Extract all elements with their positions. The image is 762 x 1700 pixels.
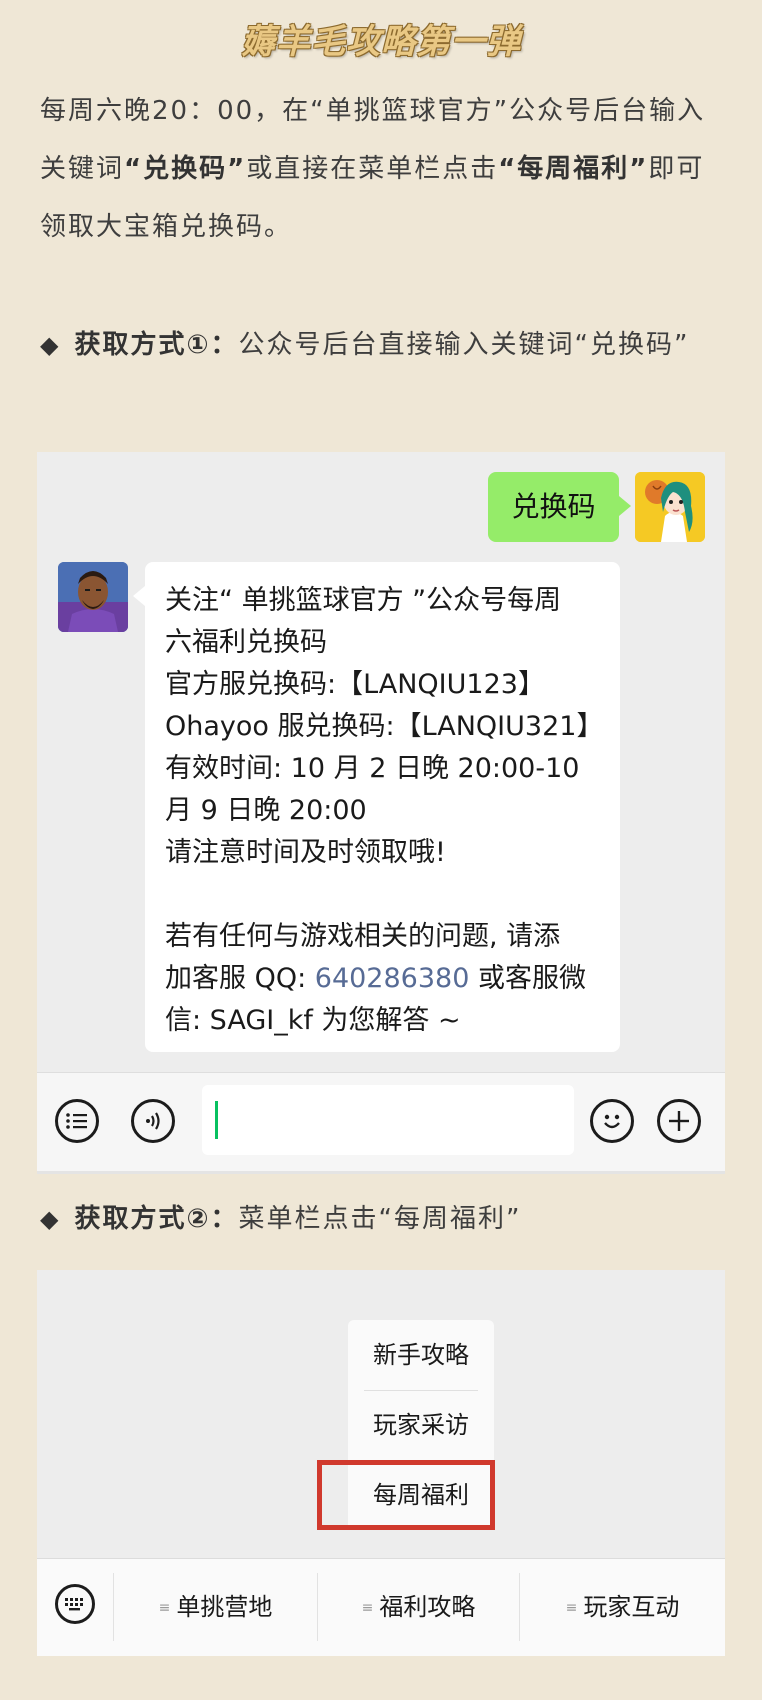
support-line: 若有任何与游戏相关的问题, 请添 [165,921,561,952]
submenu-lines-icon: ≡ [361,1600,374,1616]
method-2-label: 获取方式②： [74,1204,239,1234]
voice-button[interactable] [131,1099,175,1143]
support-line-qq: 加客服 QQ: 640286380 或客服微 [165,958,600,1000]
chat-screenshot: 兑换码 关注“ 单挑篮球官方 ”公众号每周 六福利兑换码 官方服兑换码:【LAN… [37,452,725,1174]
valid-time-line-2: 月 9 日晚 20:00 [165,795,367,826]
support-qq-suffix: 或客服微 [469,963,586,994]
submenu-lines-icon: ≡ [565,1600,578,1616]
intro-text-2: 或直接在菜单栏点击 [246,154,499,184]
user-avatar [635,472,705,542]
reminder-line: 请注意时间及时领取哦! [165,837,446,868]
submenu-lines-icon: ≡ [158,1600,171,1616]
menu-screenshot: 新手攻略 玩家采访 每周福利 ≡ 单挑营地 ≡ 福利攻略 ≡ 玩家互动 [37,1270,725,1656]
method-1-text: 公众号后台直接输入关键词“兑换码” [238,330,690,360]
bottom-menu-bar: ≡ 单挑营地 ≡ 福利攻略 ≡ 玩家互动 [37,1558,725,1656]
menu-tab-label: 玩家互动 [583,1593,680,1621]
keyboard-button[interactable] [55,1584,95,1624]
valid-time-line: 有效时间: 10 月 2 日晚 20:00-10 [165,753,580,784]
more-button[interactable] [657,1099,701,1143]
girl-avatar-icon [635,472,705,542]
menu-tab-benefits[interactable]: ≡ 福利攻略 [318,1559,519,1657]
reply-message-bubble: 关注“ 单挑篮球官方 ”公众号每周 六福利兑换码 官方服兑换码:【LANQIU1… [133,562,620,1052]
method-1-heading: ◆ 获取方式①：公众号后台直接输入关键词“兑换码” [40,316,730,374]
menu-toggle-button[interactable] [55,1099,99,1143]
submenu-item-player-interview[interactable]: 玩家采访 [348,1390,494,1460]
official-account-avatar [58,562,128,632]
menu-tab-label: 福利攻略 [379,1593,476,1621]
diamond-bullet-icon: ◆ [40,331,61,359]
intro-menu-name: “每周福利” [498,154,649,184]
qq-number-link[interactable]: 640286380 [315,963,470,994]
menu-tab-interaction[interactable]: ≡ 玩家互动 [520,1559,725,1657]
ohayoo-code-line: Ohayoo 服兑换码:【LANQIU321】 [165,711,604,742]
article-title: 薅羊毛攻略第一弹 [241,22,521,62]
intro-keyword: “兑换码” [124,154,247,184]
menu-tab-label: 单挑营地 [176,1593,273,1621]
method-1-label: 获取方式①： [74,330,239,360]
keyboard-icon [65,1598,83,1611]
chat-input-bar [37,1072,725,1174]
submenu-item-beginner-guide[interactable]: 新手攻略 [348,1320,494,1390]
method-2-text: 菜单栏点击“每周福利” [238,1204,522,1234]
diamond-bullet-icon: ◆ [40,1205,61,1233]
official-code-line: 官方服兑换码:【LANQIU123】 [165,669,545,700]
reply-line: 关注“ 单挑篮球官方 ”公众号每周 [165,585,562,616]
menu-tab-arena[interactable]: ≡ 单挑营地 [114,1559,317,1657]
support-qq-prefix: 加客服 QQ: [165,963,315,994]
emoji-button[interactable] [590,1099,634,1143]
smiley-icon [604,1114,620,1129]
intro-paragraph: 每周六晚20：00，在“单挑篮球官方”公众号后台输入关键词“兑换码”或直接在菜单… [40,82,730,256]
user-message-bubble: 兑换码 [488,472,631,542]
basketball-player-avatar-icon [58,562,128,632]
method-2-heading: ◆ 获取方式②：菜单栏点击“每周福利” [40,1190,730,1248]
voice-icon [146,1112,160,1130]
list-icon [66,1113,87,1129]
highlight-box [317,1460,495,1530]
reply-line: 六福利兑换码 [165,627,327,658]
plus-icon [669,1111,689,1131]
support-line-wechat: 信: SAGI_kf 为您解答 ~ [165,1005,461,1036]
text-caret [215,1101,218,1139]
message-input[interactable] [202,1085,574,1155]
